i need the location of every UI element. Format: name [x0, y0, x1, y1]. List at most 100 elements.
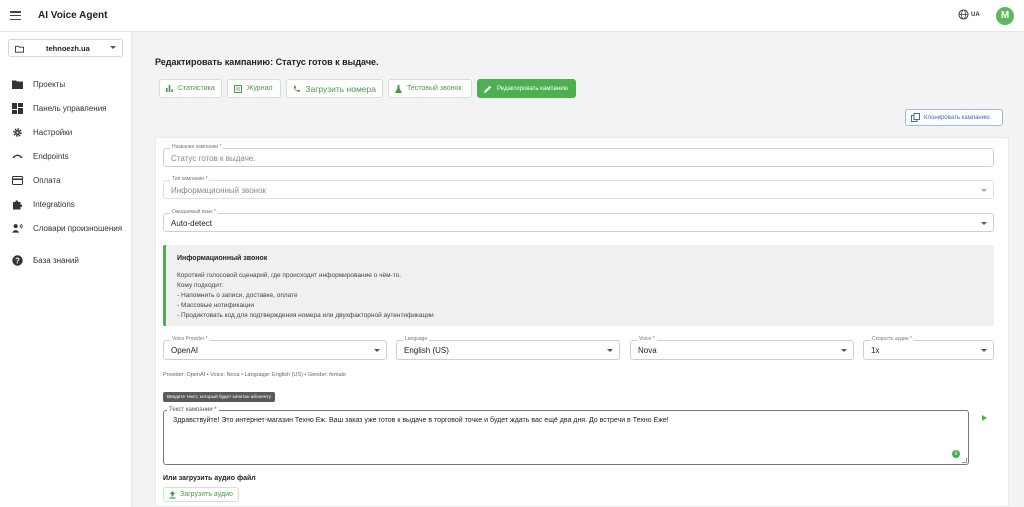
sidebar-item-label: Словари произношения [33, 223, 123, 233]
svg-text:?: ? [15, 256, 20, 265]
chevron-down-icon [981, 349, 987, 352]
sidebar-item-label: База знаний [33, 255, 79, 265]
speaker-person-icon [12, 223, 23, 234]
sidebar-item-label: Панель управления [33, 103, 107, 113]
field-label: Название кампании * [170, 144, 224, 150]
field-value: OpenAI [171, 346, 199, 355]
upload-audio-button[interactable]: Загрузить аудио [163, 487, 239, 502]
field-value: Auto-detect [171, 219, 212, 228]
voice-provider-select[interactable]: Voice Provider * OpenAI [163, 336, 387, 360]
text-tooltip: Введите текст, который будет зачитан або… [163, 392, 275, 402]
sidebar-item-integrations[interactable]: Integrations [0, 194, 131, 214]
campaign-text-input[interactable]: Текст кампании * Здравствуйте! Это интер… [163, 407, 969, 465]
chevron-down-icon [110, 46, 116, 49]
sidebar-item-projects[interactable]: Проекты [0, 74, 131, 94]
field-value: 1x [871, 346, 880, 355]
folder-icon [12, 79, 23, 90]
info-icon[interactable]: i [952, 450, 960, 458]
top-bar: AI Voice Agent UA M [0, 0, 1024, 32]
sidebar-item-dictionaries[interactable]: Словари произношения [0, 218, 131, 238]
tab-label: Редактировать кампанию [497, 85, 569, 92]
sidebar-item-label: Настройки [33, 127, 73, 137]
language-switcher[interactable]: UA [958, 9, 980, 20]
clone-campaign-label: Клонировать кампанию [924, 114, 990, 121]
phone-hangup-icon [12, 151, 23, 162]
info-line: - Продиктовать код для подтверждения ном… [177, 312, 434, 319]
menu-icon[interactable] [10, 11, 21, 20]
tab-label: Журнал [247, 85, 273, 92]
campaign-type-select[interactable]: Тип кампании * Информационный звонок [163, 176, 994, 199]
puzzle-icon [12, 199, 23, 210]
sidebar-item-label: Endpoints [33, 151, 69, 161]
field-value: Информационный звонок [171, 186, 267, 195]
flask-icon [395, 84, 402, 93]
project-name: tehnoezh.ua [46, 44, 90, 53]
info-line: - Массовые нотификации [177, 302, 255, 309]
avatar[interactable]: M [996, 7, 1014, 25]
audio-speed-select[interactable]: Скорость аудио * 1x [863, 336, 994, 360]
chevron-down-icon [981, 222, 987, 225]
chevron-down-icon [841, 349, 847, 352]
help-icon: ? [12, 254, 23, 266]
sidebar-item-label: Integrations [33, 199, 75, 209]
resize-handle[interactable] [962, 458, 967, 463]
sidebar-item-knowledge-base[interactable]: ? База знаний [0, 250, 131, 270]
field-value: Здравствуйте! Это интернет-магазин Техно… [173, 417, 669, 424]
field-label: Voice Provider * [170, 336, 210, 342]
info-line: Короткий голосовой сценарий, где происхо… [177, 272, 402, 279]
pencil-icon [484, 85, 492, 93]
voice-select[interactable]: Voice * Nova [630, 336, 854, 360]
credit-card-icon [12, 175, 23, 186]
phone-icon [293, 85, 300, 92]
copy-icon [911, 113, 920, 122]
provider-meta: Provider: OpenAI • Voice: Nova • Languag… [163, 372, 346, 378]
info-line: - Напомнить о записи, доставке, оплате [177, 292, 298, 299]
language-select[interactable]: Language English (US) [396, 336, 620, 360]
upload-audio-label: Загрузить аудио [180, 491, 233, 498]
field-label: Ожидаемый язык * [170, 209, 218, 215]
globe-icon [958, 9, 969, 20]
dashboard-icon [12, 102, 23, 114]
play-icon[interactable] [982, 415, 987, 421]
journal-icon [234, 84, 242, 93]
sidebar: tehnoezh.ua Проекты Панель управления На… [0, 32, 132, 507]
tab-test-call[interactable]: Тестовый звонок [388, 79, 472, 98]
chevron-down-icon [981, 189, 987, 192]
sidebar-item-settings[interactable]: Настройки [0, 122, 131, 142]
chevron-down-icon [374, 349, 380, 352]
tab-statistics[interactable]: Статистика [159, 79, 222, 98]
upload-audio-title: Или загрузить аудио файл [163, 475, 256, 482]
bar-chart-icon [166, 85, 173, 92]
sidebar-item-dashboard[interactable]: Панель управления [0, 98, 131, 118]
main-content: Редактировать кампанию: Статус готов к в… [133, 32, 1024, 507]
clone-campaign-button[interactable]: Клонировать кампанию [905, 109, 1003, 126]
info-title: Информационный звонок [177, 255, 268, 262]
field-label: Скорость аудио * [870, 336, 914, 342]
chevron-down-icon [607, 349, 613, 352]
expected-language-select[interactable]: Ожидаемый язык * Auto-detect [163, 209, 994, 232]
field-label: Voice * [637, 336, 657, 342]
tab-upload-numbers[interactable]: Загрузить номера [286, 79, 383, 98]
folder-icon [15, 45, 24, 53]
field-label: Language [403, 336, 430, 342]
upload-icon [169, 490, 176, 499]
language-label: UA [971, 11, 980, 18]
page-title: Редактировать кампанию: Статус готов к в… [155, 57, 379, 67]
gear-icon [12, 127, 23, 138]
campaign-type-info: Информационный звонок Короткий голосовой… [163, 245, 994, 326]
sidebar-item-endpoints[interactable]: Endpoints [0, 146, 131, 166]
field-label: Текст кампании * [167, 407, 219, 413]
field-value: Статус готов к выдаче. [171, 154, 256, 163]
sidebar-item-payment[interactable]: Оплата [0, 170, 131, 190]
campaign-name-field[interactable]: Название кампании * Статус готов к выдач… [163, 144, 994, 167]
sidebar-item-label: Оплата [33, 175, 61, 185]
field-value: Nova [638, 346, 657, 355]
tab-label: Загрузить номера [305, 83, 376, 94]
field-value: English (US) [404, 346, 449, 355]
tab-journal[interactable]: Журнал [227, 79, 281, 98]
info-line: Кому подходит: [177, 282, 224, 289]
project-select[interactable]: tehnoezh.ua [8, 39, 123, 57]
app-title: AI Voice Agent [38, 10, 108, 21]
tab-edit-campaign[interactable]: Редактировать кампанию [477, 79, 576, 98]
sidebar-item-label: Проекты [33, 79, 66, 89]
